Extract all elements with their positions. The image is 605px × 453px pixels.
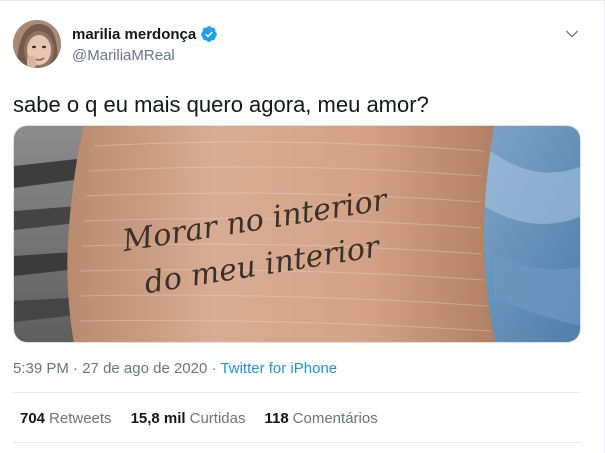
tattoo-photo: Morar no interior do meu interior [14,126,580,342]
likes-count: 15,8 mil [130,410,186,427]
display-name[interactable]: marilia merdonça [72,26,196,43]
divider [13,392,581,393]
divider [13,442,581,443]
verified-badge-icon [201,26,218,42]
tweet-card: marilia merdonça @MariliaMReal sabe o q … [0,0,605,453]
author-info[interactable]: marilia merdonça @MariliaMReal [72,24,218,64]
likes-label: Curtidas [189,410,246,427]
retweets-stat[interactable]: 704 Retweets [20,410,112,427]
replies-stat[interactable]: 118 Comentários [264,410,377,427]
tweet-stats: 704 Retweets 15,8 mil Curtidas 118 Comentár… [20,410,397,427]
tweet-media[interactable]: Morar no interior do meu interior [13,125,581,343]
chevron-down-icon[interactable] [564,26,580,42]
tweet-time[interactable]: 5:39 PM [13,360,69,377]
handle[interactable]: @MariliaMReal [72,47,218,64]
tweet-meta: 5:39 PM · 27 de ago de 2020 · Twitter fo… [13,360,337,377]
avatar-image [13,20,61,68]
retweets-label: Retweets [49,410,112,427]
tweet-text: sabe o q eu mais quero agora, meu amor? [13,92,429,117]
tweet-source-link[interactable]: Twitter for iPhone [220,360,337,377]
meta-separator: · [211,360,217,377]
likes-stat[interactable]: 15,8 mil Curtidas [131,410,246,427]
tweet-date[interactable]: 27 de ago de 2020 [82,360,207,377]
replies-count: 118 [264,410,289,427]
replies-label: Comentários [292,410,378,427]
avatar[interactable] [13,20,61,68]
meta-separator: · [73,360,79,377]
top-divider [0,0,605,1]
retweets-count: 704 [20,410,46,427]
